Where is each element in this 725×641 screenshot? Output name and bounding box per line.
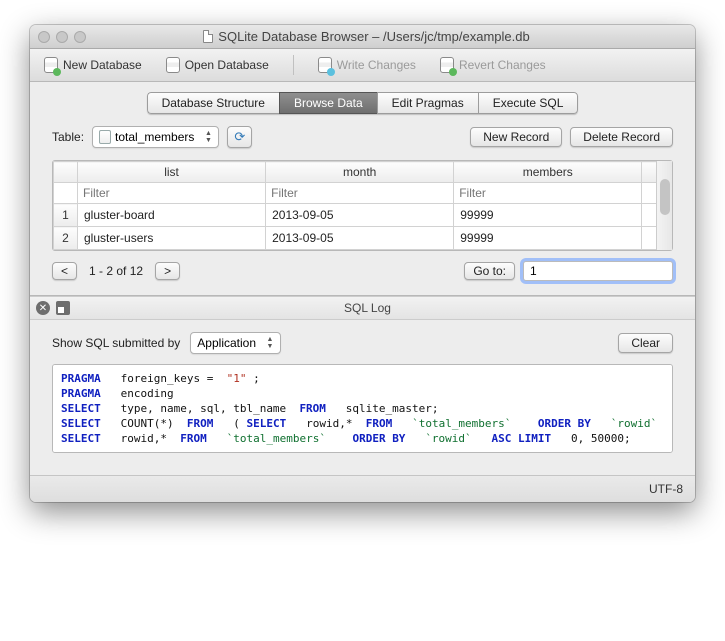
column-header-rownum[interactable] [54, 162, 78, 183]
filter-rownum [54, 183, 78, 204]
pager-range: 1 - 2 of 12 [85, 264, 147, 278]
write-changes-label: Write Changes [337, 58, 416, 72]
pager-prev-button[interactable]: < [52, 262, 77, 280]
database-revert-icon [440, 57, 454, 73]
table-select-value: total_members [115, 130, 194, 144]
new-database-label: New Database [63, 58, 142, 72]
new-database-button[interactable]: New Database [44, 57, 142, 73]
sql-show-label: Show SQL submitted by [52, 336, 180, 350]
status-bar: UTF-8 [30, 475, 695, 502]
table-label: Table: [52, 130, 84, 144]
column-header-empty [642, 162, 656, 183]
table-row[interactable]: 1gluster-board2013-09-0599999 [54, 204, 657, 227]
database-plus-icon [44, 57, 58, 73]
dock-panel-icon[interactable] [56, 301, 70, 315]
new-record-button[interactable]: New Record [470, 127, 562, 147]
scrollbar-thumb[interactable] [660, 179, 670, 215]
filter-input-list[interactable] [78, 183, 265, 203]
tab-edit-pragmas[interactable]: Edit Pragmas [377, 92, 478, 114]
refresh-button[interactable]: ⟳ [227, 126, 252, 148]
window-title-text: SQLite Database Browser – /Users/jc/tmp/… [218, 29, 529, 44]
browse-data-panel: Table: total_members ▲▼ ⟳ New Record Del… [30, 114, 695, 475]
filter-input-members[interactable] [454, 183, 641, 203]
column-header-list[interactable]: list [78, 162, 266, 183]
table-header-row: list month members [54, 162, 657, 183]
toolbar-separator [293, 55, 294, 75]
write-changes-button[interactable]: Write Changes [318, 57, 416, 73]
window-title: SQLite Database Browser – /Users/jc/tmp/… [46, 29, 687, 44]
tab-bar: Database Structure Browse Data Edit Prag… [30, 92, 695, 114]
open-database-label: Open Database [185, 58, 269, 72]
document-icon [203, 30, 213, 43]
data-table-container: list month members 1gluster-board2013-09… [52, 160, 673, 251]
delete-record-button[interactable]: Delete Record [570, 127, 673, 147]
tab-browse-data[interactable]: Browse Data [279, 92, 377, 114]
cell-month[interactable]: 2013-09-05 [266, 227, 454, 250]
sql-source-value: Application [197, 336, 256, 350]
tab-database-structure[interactable]: Database Structure [147, 92, 279, 114]
cell-members[interactable]: 99999 [454, 227, 642, 250]
goto-input[interactable] [523, 261, 673, 281]
revert-changes-button[interactable]: Revert Changes [440, 57, 546, 73]
cell-members[interactable]: 99999 [454, 204, 642, 227]
database-open-icon [166, 57, 180, 73]
row-number: 1 [54, 204, 78, 227]
open-database-button[interactable]: Open Database [166, 57, 269, 73]
titlebar[interactable]: SQLite Database Browser – /Users/jc/tmp/… [30, 25, 695, 49]
sql-log-titlebar: ✕ SQL Log [30, 296, 695, 320]
main-toolbar: New Database Open Database Write Changes… [30, 49, 695, 82]
cell-list[interactable]: gluster-board [78, 204, 266, 227]
sql-log-panel: Show SQL submitted by Application ▲▼ Cle… [52, 320, 673, 461]
sql-source-select[interactable]: Application ▲▼ [190, 332, 281, 354]
revert-changes-label: Revert Changes [459, 58, 546, 72]
pager: < 1 - 2 of 12 > Go to: [52, 261, 673, 281]
refresh-icon: ⟳ [234, 129, 245, 144]
database-write-icon [318, 57, 332, 73]
table-icon [99, 130, 111, 144]
filter-input-month[interactable] [266, 183, 453, 203]
goto-button[interactable]: Go to: [464, 262, 515, 280]
column-header-month[interactable]: month [266, 162, 454, 183]
row-number: 2 [54, 227, 78, 250]
data-table: list month members 1gluster-board2013-09… [53, 161, 656, 250]
encoding-label: UTF-8 [649, 482, 683, 496]
clear-log-button[interactable]: Clear [618, 333, 673, 353]
vertical-scrollbar[interactable] [656, 161, 672, 250]
app-window: SQLite Database Browser – /Users/jc/tmp/… [30, 25, 695, 502]
cell-empty [642, 227, 656, 250]
table-row[interactable]: 2gluster-users2013-09-0599999 [54, 227, 657, 250]
cell-empty [642, 204, 656, 227]
stepper-icon: ▲▼ [200, 130, 216, 144]
filter-row [54, 183, 657, 204]
sql-log-title: SQL Log [46, 301, 689, 315]
table-select[interactable]: total_members ▲▼ [92, 126, 219, 148]
cell-list[interactable]: gluster-users [78, 227, 266, 250]
tab-execute-sql[interactable]: Execute SQL [478, 92, 579, 114]
filter-empty [642, 183, 656, 204]
pager-next-button[interactable]: > [155, 262, 180, 280]
column-header-members[interactable]: members [454, 162, 642, 183]
cell-month[interactable]: 2013-09-05 [266, 204, 454, 227]
stepper-icon: ▲▼ [262, 336, 278, 350]
sql-log-output[interactable]: PRAGMA foreign_keys = "1" ; PRAGMA encod… [52, 364, 673, 453]
